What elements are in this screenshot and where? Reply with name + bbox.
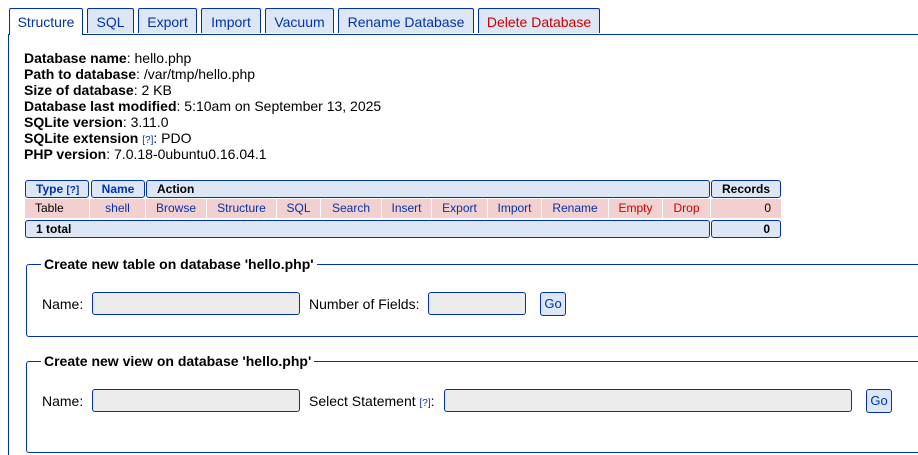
action-drop[interactable]: Drop	[663, 199, 711, 218]
header-type[interactable]: Type [?]	[25, 180, 89, 198]
action-structure[interactable]: Structure	[207, 199, 277, 218]
size-label: Size of database	[24, 82, 134, 98]
number-of-fields-input[interactable]	[428, 292, 526, 315]
select-statement-text: Select Statement	[309, 393, 416, 409]
php-version-label: PHP version	[24, 146, 107, 162]
header-name[interactable]: Name	[91, 180, 145, 198]
tab-sql[interactable]: SQL	[87, 8, 134, 33]
create-view-name-input[interactable]	[92, 389, 300, 412]
action-sql[interactable]: SQL	[277, 199, 321, 218]
row-name-link[interactable]: shell	[90, 199, 146, 218]
modified-label: Database last modified	[24, 98, 177, 114]
action-import[interactable]: Import	[488, 199, 542, 218]
path-value: /var/tmp/hello.php	[143, 66, 256, 82]
select-statement-help-link[interactable]: [?]	[420, 398, 431, 409]
path-label: Path to database	[24, 66, 137, 82]
footer-total: 1 total	[25, 220, 710, 238]
create-view-legend: Create new view on database 'hello.php'	[44, 353, 312, 369]
type-help-link[interactable]: [?]	[66, 185, 79, 196]
row-records: 0	[711, 199, 781, 218]
tab-delete-database[interactable]: Delete Database	[478, 8, 600, 33]
header-action: Action	[146, 180, 710, 198]
create-table-go-button[interactable]: Go	[540, 292, 566, 316]
number-of-fields-label: Number of Fields:	[309, 296, 420, 312]
db-name-value: hello.php	[134, 50, 192, 66]
select-statement-label: Select Statement [?]:	[309, 393, 435, 412]
create-table-legend: Create new table on database 'hello.php'	[44, 256, 314, 272]
sqlite-version-label: SQLite version	[24, 114, 123, 130]
tab-structure[interactable]: Structure	[9, 8, 83, 35]
create-view-name-label: Name:	[42, 393, 84, 409]
php-version-value: 7.0.18-0ubuntu0.16.04.1	[114, 146, 267, 162]
create-table-name-input[interactable]	[92, 292, 300, 315]
header-records: Records	[711, 180, 781, 198]
action-empty[interactable]: Empty	[609, 199, 663, 218]
tab-rename-database[interactable]: Rename Database	[338, 8, 474, 33]
action-search[interactable]: Search	[321, 199, 382, 218]
tab-export[interactable]: Export	[138, 8, 197, 33]
sqlite-extension-value: PDO	[161, 130, 192, 146]
action-rename[interactable]: Rename	[542, 199, 609, 218]
database-info: Database name: hello.php Path to databas…	[24, 50, 382, 162]
size-value: 2 KB	[141, 82, 172, 98]
action-export[interactable]: Export	[432, 199, 488, 218]
action-insert[interactable]: Insert	[382, 199, 432, 218]
header-type-label[interactable]: Type	[36, 182, 63, 196]
modified-value: 5:10am on September 13, 2025	[184, 98, 382, 114]
tab-vacuum[interactable]: Vacuum	[265, 8, 334, 33]
select-statement-input[interactable]	[444, 389, 852, 412]
action-browse[interactable]: Browse	[146, 199, 207, 218]
sqlite-extension-label: SQLite extension	[24, 130, 139, 146]
create-table-name-label: Name:	[42, 296, 84, 312]
sqlite-version-value: 3.11.0	[130, 114, 169, 130]
sqlite-extension-help-link[interactable]: [?]	[142, 135, 153, 146]
db-name-label: Database name	[24, 50, 127, 66]
create-view-go-button[interactable]: Go	[866, 389, 892, 413]
footer-records: 0	[711, 220, 781, 238]
tab-import[interactable]: Import	[201, 8, 261, 33]
row-type: Table	[25, 199, 90, 218]
select-statement-colon: :	[430, 393, 435, 409]
